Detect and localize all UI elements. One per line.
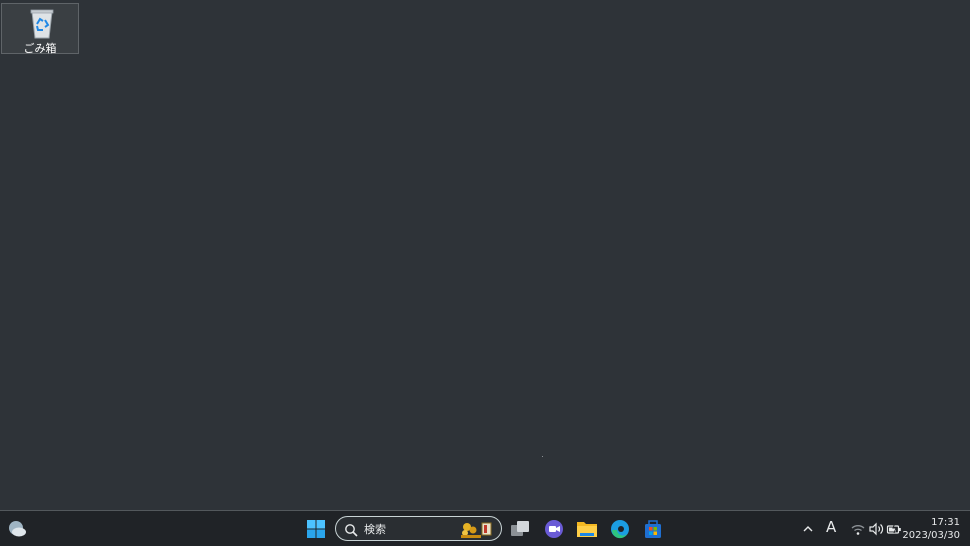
edge-browser-icon[interactable] [608,517,632,541]
desktop-icon-recycle-bin[interactable]: ごみ箱 [1,3,79,55]
wifi-icon[interactable] [850,521,866,537]
teams-chat-icon[interactable] [542,517,566,541]
microsoft-store-icon[interactable] [641,517,665,541]
weather-widget-icon[interactable] [7,519,27,539]
taskbar: 検索 A 17:31 2023/03/30 [0,510,970,546]
search-icon [344,522,358,537]
file-explorer-icon[interactable] [575,517,599,541]
search-highlight-illustration [457,519,495,539]
clock[interactable]: 17:31 2023/03/30 [902,516,960,542]
desktop-icon-label: ごみ箱 [23,42,57,55]
recycle-bin-icon [28,7,56,39]
clock-date: 2023/03/30 [902,530,960,541]
chevron-up-icon[interactable] [800,521,816,537]
clock-time: 17:31 [931,517,960,528]
search-box[interactable]: 検索 [335,516,502,541]
ime-indicator[interactable]: A [826,518,836,536]
volume-icon[interactable] [868,521,884,537]
desktop[interactable]: ごみ箱 [0,0,970,510]
search-placeholder: 検索 [364,523,386,536]
task-view-icon[interactable] [508,517,532,541]
windows-start-icon[interactable] [306,519,326,539]
desktop-artifact [542,456,543,457]
battery-icon[interactable] [886,521,902,537]
